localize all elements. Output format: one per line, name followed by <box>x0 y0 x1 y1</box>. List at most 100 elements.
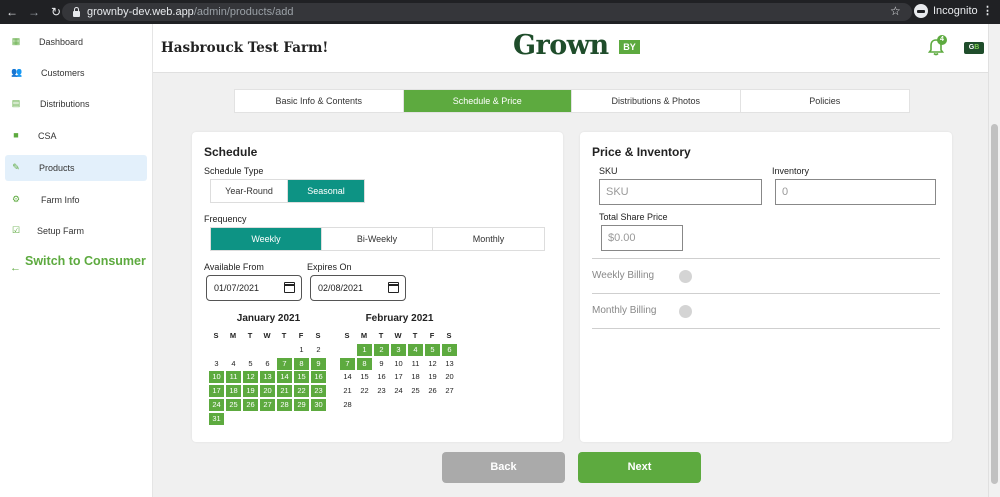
calendar-day[interactable]: 27 <box>442 385 457 397</box>
calendar-day[interactable]: 10 <box>209 371 224 384</box>
page-scrollbar[interactable] <box>988 24 1000 497</box>
calendar-day[interactable]: 11 <box>226 371 241 384</box>
calendar-day[interactable]: 8 <box>294 357 309 370</box>
calendar-day[interactable]: 15 <box>357 371 372 383</box>
calendar-day[interactable]: 14 <box>340 371 355 383</box>
left-arrow-icon: ← <box>10 262 21 274</box>
address-bar[interactable]: grownby-dev.web.app/admin/products/add <box>62 3 912 21</box>
calendar-day[interactable]: 27 <box>260 398 275 411</box>
calendar-day[interactable]: 17 <box>209 385 224 398</box>
calendar-day[interactable]: 12 <box>425 358 440 370</box>
back-button[interactable]: Back <box>442 452 565 483</box>
calendar-day[interactable]: 6 <box>442 344 457 356</box>
calendar-day[interactable]: 12 <box>243 371 258 384</box>
calendar-day[interactable]: 25 <box>226 398 241 411</box>
calendar-day[interactable]: 20 <box>442 371 457 383</box>
calendar-icon[interactable] <box>284 282 295 293</box>
calendar-day[interactable]: 22 <box>357 385 372 397</box>
calendar-day[interactable]: 2 <box>311 344 326 356</box>
monthly-billing-toggle[interactable] <box>679 305 692 318</box>
scrollbar-thumb[interactable] <box>991 124 998 484</box>
calendar-day[interactable]: 21 <box>340 385 355 397</box>
monthly-option[interactable]: Monthly <box>433 228 544 250</box>
calendar-day[interactable]: 6 <box>260 358 275 370</box>
calendar-day[interactable]: 23 <box>374 385 389 397</box>
sku-input[interactable]: SKU <box>599 179 762 205</box>
calendar-day[interactable]: 5 <box>243 358 258 370</box>
incognito-icon <box>914 4 928 18</box>
calendar-day[interactable]: 13 <box>260 371 275 384</box>
calendar-day[interactable]: 1 <box>294 344 309 356</box>
sidebar-item-farm-info[interactable]: ⚙ Farm Info <box>5 187 147 213</box>
calendar-day[interactable]: 4 <box>408 344 423 356</box>
year-round-option[interactable]: Year-Round <box>211 180 288 202</box>
calendar-day[interactable]: 3 <box>391 344 406 356</box>
calendar-day[interactable]: 5 <box>425 344 440 356</box>
notifications-button[interactable]: 4 <box>927 35 947 56</box>
sidebar-item-customers[interactable]: 👥 Customers <box>5 60 147 86</box>
calendar-day[interactable]: 20 <box>260 385 275 398</box>
calendar-day[interactable]: 10 <box>391 358 406 370</box>
expires-on-input[interactable]: 02/08/2021 <box>310 275 406 301</box>
calendar-day[interactable]: 16 <box>311 371 326 384</box>
calendar-day[interactable]: 28 <box>277 398 292 411</box>
calendar-day[interactable]: 18 <box>408 371 423 383</box>
weekly-option[interactable]: Weekly <box>211 228 322 250</box>
available-from-label: Available From <box>204 262 264 272</box>
available-from-input[interactable]: 01/07/2021 <box>206 275 302 301</box>
bookmark-star-icon[interactable]: ☆ <box>890 4 901 18</box>
sidebar-item-dashboard[interactable]: ▦ Dashboard <box>5 29 147 55</box>
inventory-input[interactable]: 0 <box>775 179 936 205</box>
browser-menu-icon[interactable]: ⋮ <box>982 4 993 17</box>
calendar-day[interactable]: 1 <box>357 344 372 356</box>
calendar-day[interactable]: 13 <box>442 358 457 370</box>
account-avatar[interactable]: GB <box>964 42 984 54</box>
next-button[interactable]: Next <box>578 452 701 483</box>
calendar-day[interactable]: 17 <box>391 371 406 383</box>
profile-button[interactable]: Incognito <box>914 4 978 18</box>
calendar-day[interactable]: 31 <box>209 412 224 425</box>
calendar-day[interactable]: 11 <box>408 358 423 370</box>
calendar-day[interactable]: 24 <box>391 385 406 397</box>
calendar-day[interactable]: 26 <box>425 385 440 397</box>
calendar-day[interactable]: 16 <box>374 371 389 383</box>
calendar-day[interactable]: 19 <box>243 385 258 398</box>
calendar-icon[interactable] <box>388 282 399 293</box>
calendar-day[interactable]: 23 <box>311 385 326 398</box>
sidebar-item-setup-farm[interactable]: ☑ Setup Farm <box>5 218 147 244</box>
calendar-day[interactable]: 15 <box>294 371 309 384</box>
calendar-day[interactable]: 22 <box>294 385 309 398</box>
calendar-day[interactable]: 29 <box>294 398 309 411</box>
tab-policies[interactable]: Policies <box>741 90 910 112</box>
tab-schedule-price[interactable]: Schedule & Price <box>403 90 572 112</box>
calendar-day[interactable]: 26 <box>243 398 258 411</box>
calendar-day[interactable]: 14 <box>277 371 292 384</box>
calendar-day[interactable]: 30 <box>311 398 326 411</box>
calendar-day[interactable]: 25 <box>408 385 423 397</box>
weekly-billing-toggle[interactable] <box>679 270 692 283</box>
back-arrow-icon[interactable]: ← <box>4 5 20 19</box>
tab-distributions-photos[interactable]: Distributions & Photos <box>572 90 741 112</box>
divider <box>592 258 940 259</box>
calendar-day[interactable]: 9 <box>374 358 389 370</box>
bi-weekly-option[interactable]: Bi-Weekly <box>322 228 433 250</box>
sidebar-item-csa[interactable]: ■ CSA <box>5 123 147 149</box>
calendar-day[interactable]: 8 <box>357 357 372 370</box>
calendar-day[interactable]: 9 <box>311 357 326 370</box>
calendar-day[interactable]: 7 <box>277 357 292 370</box>
seasonal-option[interactable]: Seasonal <box>288 180 364 202</box>
calendar-day[interactable]: 4 <box>226 358 241 370</box>
tab-basic-info[interactable]: Basic Info & Contents <box>235 90 404 112</box>
sidebar-item-products[interactable]: ✎ Products <box>5 155 147 181</box>
calendar-day[interactable]: 24 <box>209 398 224 411</box>
calendar-day[interactable]: 21 <box>277 385 292 398</box>
calendar-day[interactable]: 3 <box>209 358 224 370</box>
share-price-input[interactable]: $0.00 <box>601 225 683 251</box>
calendar-day[interactable]: 2 <box>374 344 389 356</box>
calendar-day[interactable]: 18 <box>226 385 241 398</box>
calendar-day[interactable]: 19 <box>425 371 440 383</box>
sidebar-item-distributions[interactable]: ▤ Distributions <box>5 91 147 117</box>
forward-arrow-icon[interactable]: → <box>26 5 42 19</box>
calendar-day[interactable]: 7 <box>340 357 355 370</box>
calendar-day[interactable]: 28 <box>340 399 355 411</box>
